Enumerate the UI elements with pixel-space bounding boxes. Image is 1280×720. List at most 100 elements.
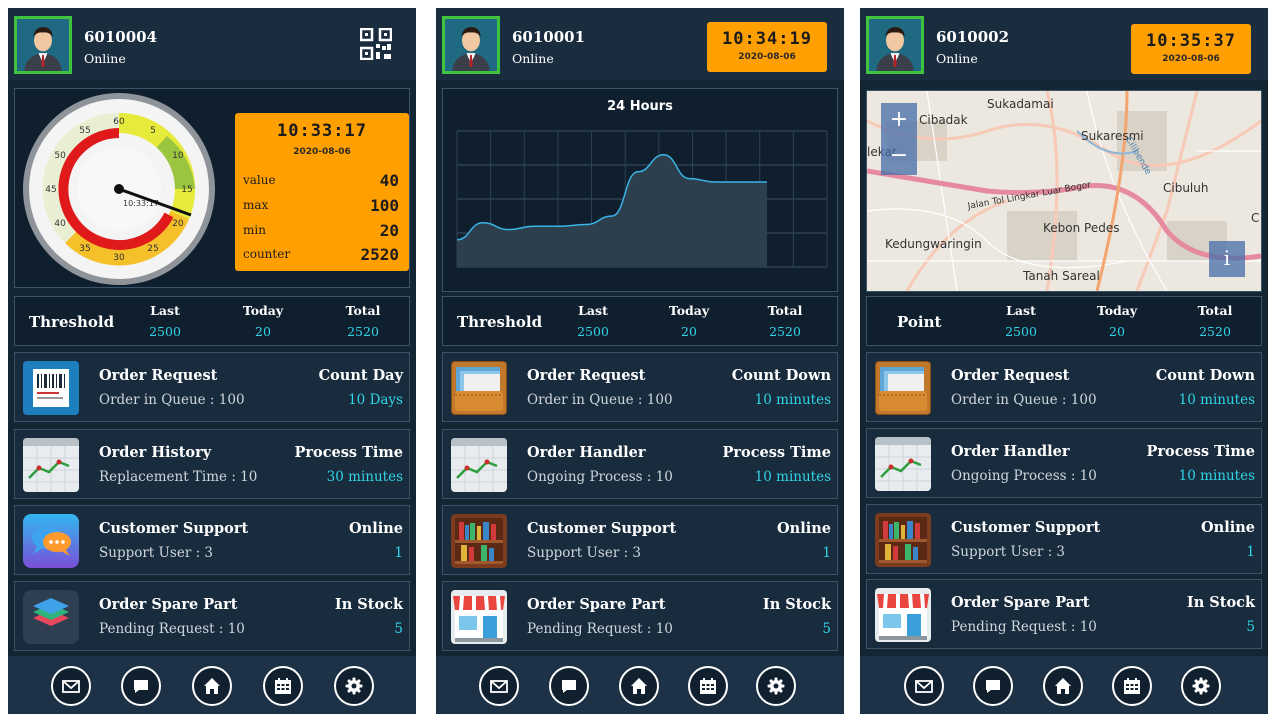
stat-today-value: 20 bbox=[1109, 324, 1125, 339]
stat-last-label: Last bbox=[578, 303, 608, 318]
menu-row-order-request[interactable]: Order Request Order in Queue : 100 Count… bbox=[866, 352, 1262, 422]
stat-last-label: Last bbox=[150, 303, 180, 318]
user-id: 6010004 bbox=[84, 28, 158, 46]
clock-date: 2020-08-06 bbox=[293, 147, 351, 157]
menu-row-order-request[interactable]: Order Request Order in Queue : 100 Count… bbox=[14, 352, 410, 422]
qr-code-icon[interactable] bbox=[359, 27, 393, 61]
calendar-icon[interactable] bbox=[688, 666, 728, 706]
row-title: Order Spare Part bbox=[99, 596, 238, 613]
map-panel[interactable]: Sukadamai Cibadak Sukaresmi Cibuluh Jala… bbox=[866, 90, 1262, 292]
row-right-title: Process Time bbox=[294, 444, 403, 461]
bookshelf-icon bbox=[875, 513, 931, 567]
row-title: Order Spare Part bbox=[527, 596, 666, 613]
header: 6010004 Online bbox=[8, 8, 416, 80]
phone-screen-1: 6010004 Online 50 55 60 5 10 15 20 25 30 35 40 45 1… bbox=[8, 8, 416, 714]
menu-row-order-handler[interactable]: Order Handler Ongoing Process : 10 Proce… bbox=[442, 429, 838, 499]
menu-row-order-request[interactable]: Order Request Order in Queue : 100 Count… bbox=[442, 352, 838, 422]
stat-total-value: 2520 bbox=[1199, 324, 1231, 339]
user-status: Online bbox=[512, 51, 554, 66]
gauge-panel: 50 55 60 5 10 15 20 25 30 35 40 45 10:33:17 10:33:1… bbox=[14, 88, 410, 288]
clock-date: 2020-08-06 bbox=[1162, 54, 1220, 64]
settings-icon[interactable] bbox=[334, 666, 374, 706]
row-right-title: In Stock bbox=[1186, 594, 1255, 611]
user-status: Online bbox=[936, 51, 978, 66]
calendar-icon[interactable] bbox=[263, 666, 303, 706]
avatar[interactable] bbox=[14, 16, 72, 74]
row-right-value: 10 minutes bbox=[754, 469, 831, 485]
stat-today-label: Today bbox=[668, 303, 710, 318]
home-icon[interactable] bbox=[192, 666, 232, 706]
row-right-title: Process Time bbox=[1146, 443, 1255, 460]
clock-time: 10:33:17 bbox=[277, 121, 367, 141]
bookshelf-icon bbox=[451, 514, 507, 568]
chat-icon[interactable] bbox=[973, 666, 1013, 706]
header: 6010002 Online 10:35:37 2020-08-06 bbox=[860, 8, 1268, 80]
zoom-in-button[interactable]: + bbox=[881, 103, 917, 139]
menu-row-customer-support[interactable]: Customer Support Support User : 3 Online… bbox=[442, 505, 838, 575]
home-icon[interactable] bbox=[619, 666, 659, 706]
min-label: min bbox=[243, 223, 266, 237]
bottom-nav bbox=[860, 656, 1268, 714]
calendar-chart-icon bbox=[23, 438, 79, 492]
wallet-icon bbox=[451, 361, 507, 415]
shop-icon bbox=[875, 588, 931, 642]
chat-icon[interactable] bbox=[549, 666, 589, 706]
menu-row-customer-support[interactable]: Customer Support Support User : 3 Online… bbox=[866, 504, 1262, 574]
row-right-title: Count Down bbox=[1155, 367, 1255, 384]
map-info-button[interactable]: i bbox=[1209, 241, 1245, 277]
menu-row-customer-support[interactable]: Customer Support Support User : 3 Online… bbox=[14, 505, 410, 575]
row-right-title: Count Down bbox=[731, 367, 831, 384]
stat-total-label: Total bbox=[1197, 303, 1233, 318]
clock-box: 10:35:37 2020-08-06 bbox=[1131, 24, 1251, 74]
stat-total-value: 2520 bbox=[347, 324, 379, 339]
home-icon[interactable] bbox=[1043, 666, 1083, 706]
row-title: Customer Support bbox=[99, 520, 249, 537]
mail-icon[interactable] bbox=[51, 666, 91, 706]
row-subtitle: Order in Queue : 100 bbox=[99, 392, 245, 408]
row-right-value: 10 Days bbox=[348, 392, 403, 408]
row-right-value: 5 bbox=[1246, 619, 1255, 635]
chat-icon[interactable] bbox=[121, 666, 161, 706]
value-label: value bbox=[243, 173, 276, 187]
stat-total-value: 2520 bbox=[769, 324, 801, 339]
map-label: C bbox=[1251, 211, 1260, 225]
stats-label: Point bbox=[897, 313, 942, 331]
gauge-readout-box: 10:33:17 2020-08-06 value 40 max 100 min… bbox=[235, 113, 409, 271]
row-title: Order Spare Part bbox=[951, 594, 1090, 611]
menu-row-order-spare-part[interactable]: Order Spare Part Pending Request : 10 In… bbox=[442, 581, 838, 651]
stat-last: Last 2500 bbox=[553, 303, 633, 339]
row-right-title: In Stock bbox=[762, 596, 831, 613]
stat-last-value: 2500 bbox=[1005, 324, 1037, 339]
avatar[interactable] bbox=[866, 16, 924, 74]
bottom-nav bbox=[436, 656, 844, 714]
settings-icon[interactable] bbox=[1181, 666, 1221, 706]
stat-last: Last 2500 bbox=[125, 303, 205, 339]
chat-bubbles-icon bbox=[23, 514, 79, 568]
row-title: Order Handler bbox=[527, 444, 646, 461]
mail-icon[interactable] bbox=[904, 666, 944, 706]
stats-label: Threshold bbox=[29, 313, 115, 331]
menu-row-order-handler[interactable]: Order Handler Ongoing Process : 10 Proce… bbox=[866, 428, 1262, 498]
map-label: Kedungwaringin bbox=[885, 237, 982, 251]
calendar-chart-icon bbox=[875, 437, 931, 491]
calendar-icon[interactable] bbox=[1112, 666, 1152, 706]
row-title: Customer Support bbox=[527, 520, 677, 537]
max-label: max bbox=[243, 198, 269, 212]
settings-icon[interactable] bbox=[756, 666, 796, 706]
zoom-out-button[interactable]: − bbox=[881, 139, 917, 175]
stat-last: Last 2500 bbox=[981, 303, 1061, 339]
avatar[interactable] bbox=[442, 16, 500, 74]
mail-icon[interactable] bbox=[479, 666, 519, 706]
stats-bar: Point Last 2500 Today 20 Total 2520 bbox=[866, 296, 1262, 346]
stat-total-label: Total bbox=[345, 303, 381, 318]
phone-screen-3: 6010002 Online 10:35:37 2020-08-06 Sukad… bbox=[860, 8, 1268, 714]
counter-label: counter bbox=[243, 247, 291, 261]
gauge-tick-label: 15 bbox=[181, 185, 192, 195]
menu-row-order-spare-part[interactable]: Order Spare Part Pending Request : 10 In… bbox=[866, 579, 1262, 649]
row-subtitle: Order in Queue : 100 bbox=[527, 392, 673, 408]
clock-time: 10:35:37 bbox=[1146, 31, 1236, 51]
menu-row-order-spare-part[interactable]: Order Spare Part Pending Request : 10 In… bbox=[14, 581, 410, 651]
menu-row-order-history[interactable]: Order History Replacement Time : 10 Proc… bbox=[14, 429, 410, 499]
map-label: Cibuluh bbox=[1163, 181, 1209, 195]
bottom-nav bbox=[8, 656, 416, 714]
